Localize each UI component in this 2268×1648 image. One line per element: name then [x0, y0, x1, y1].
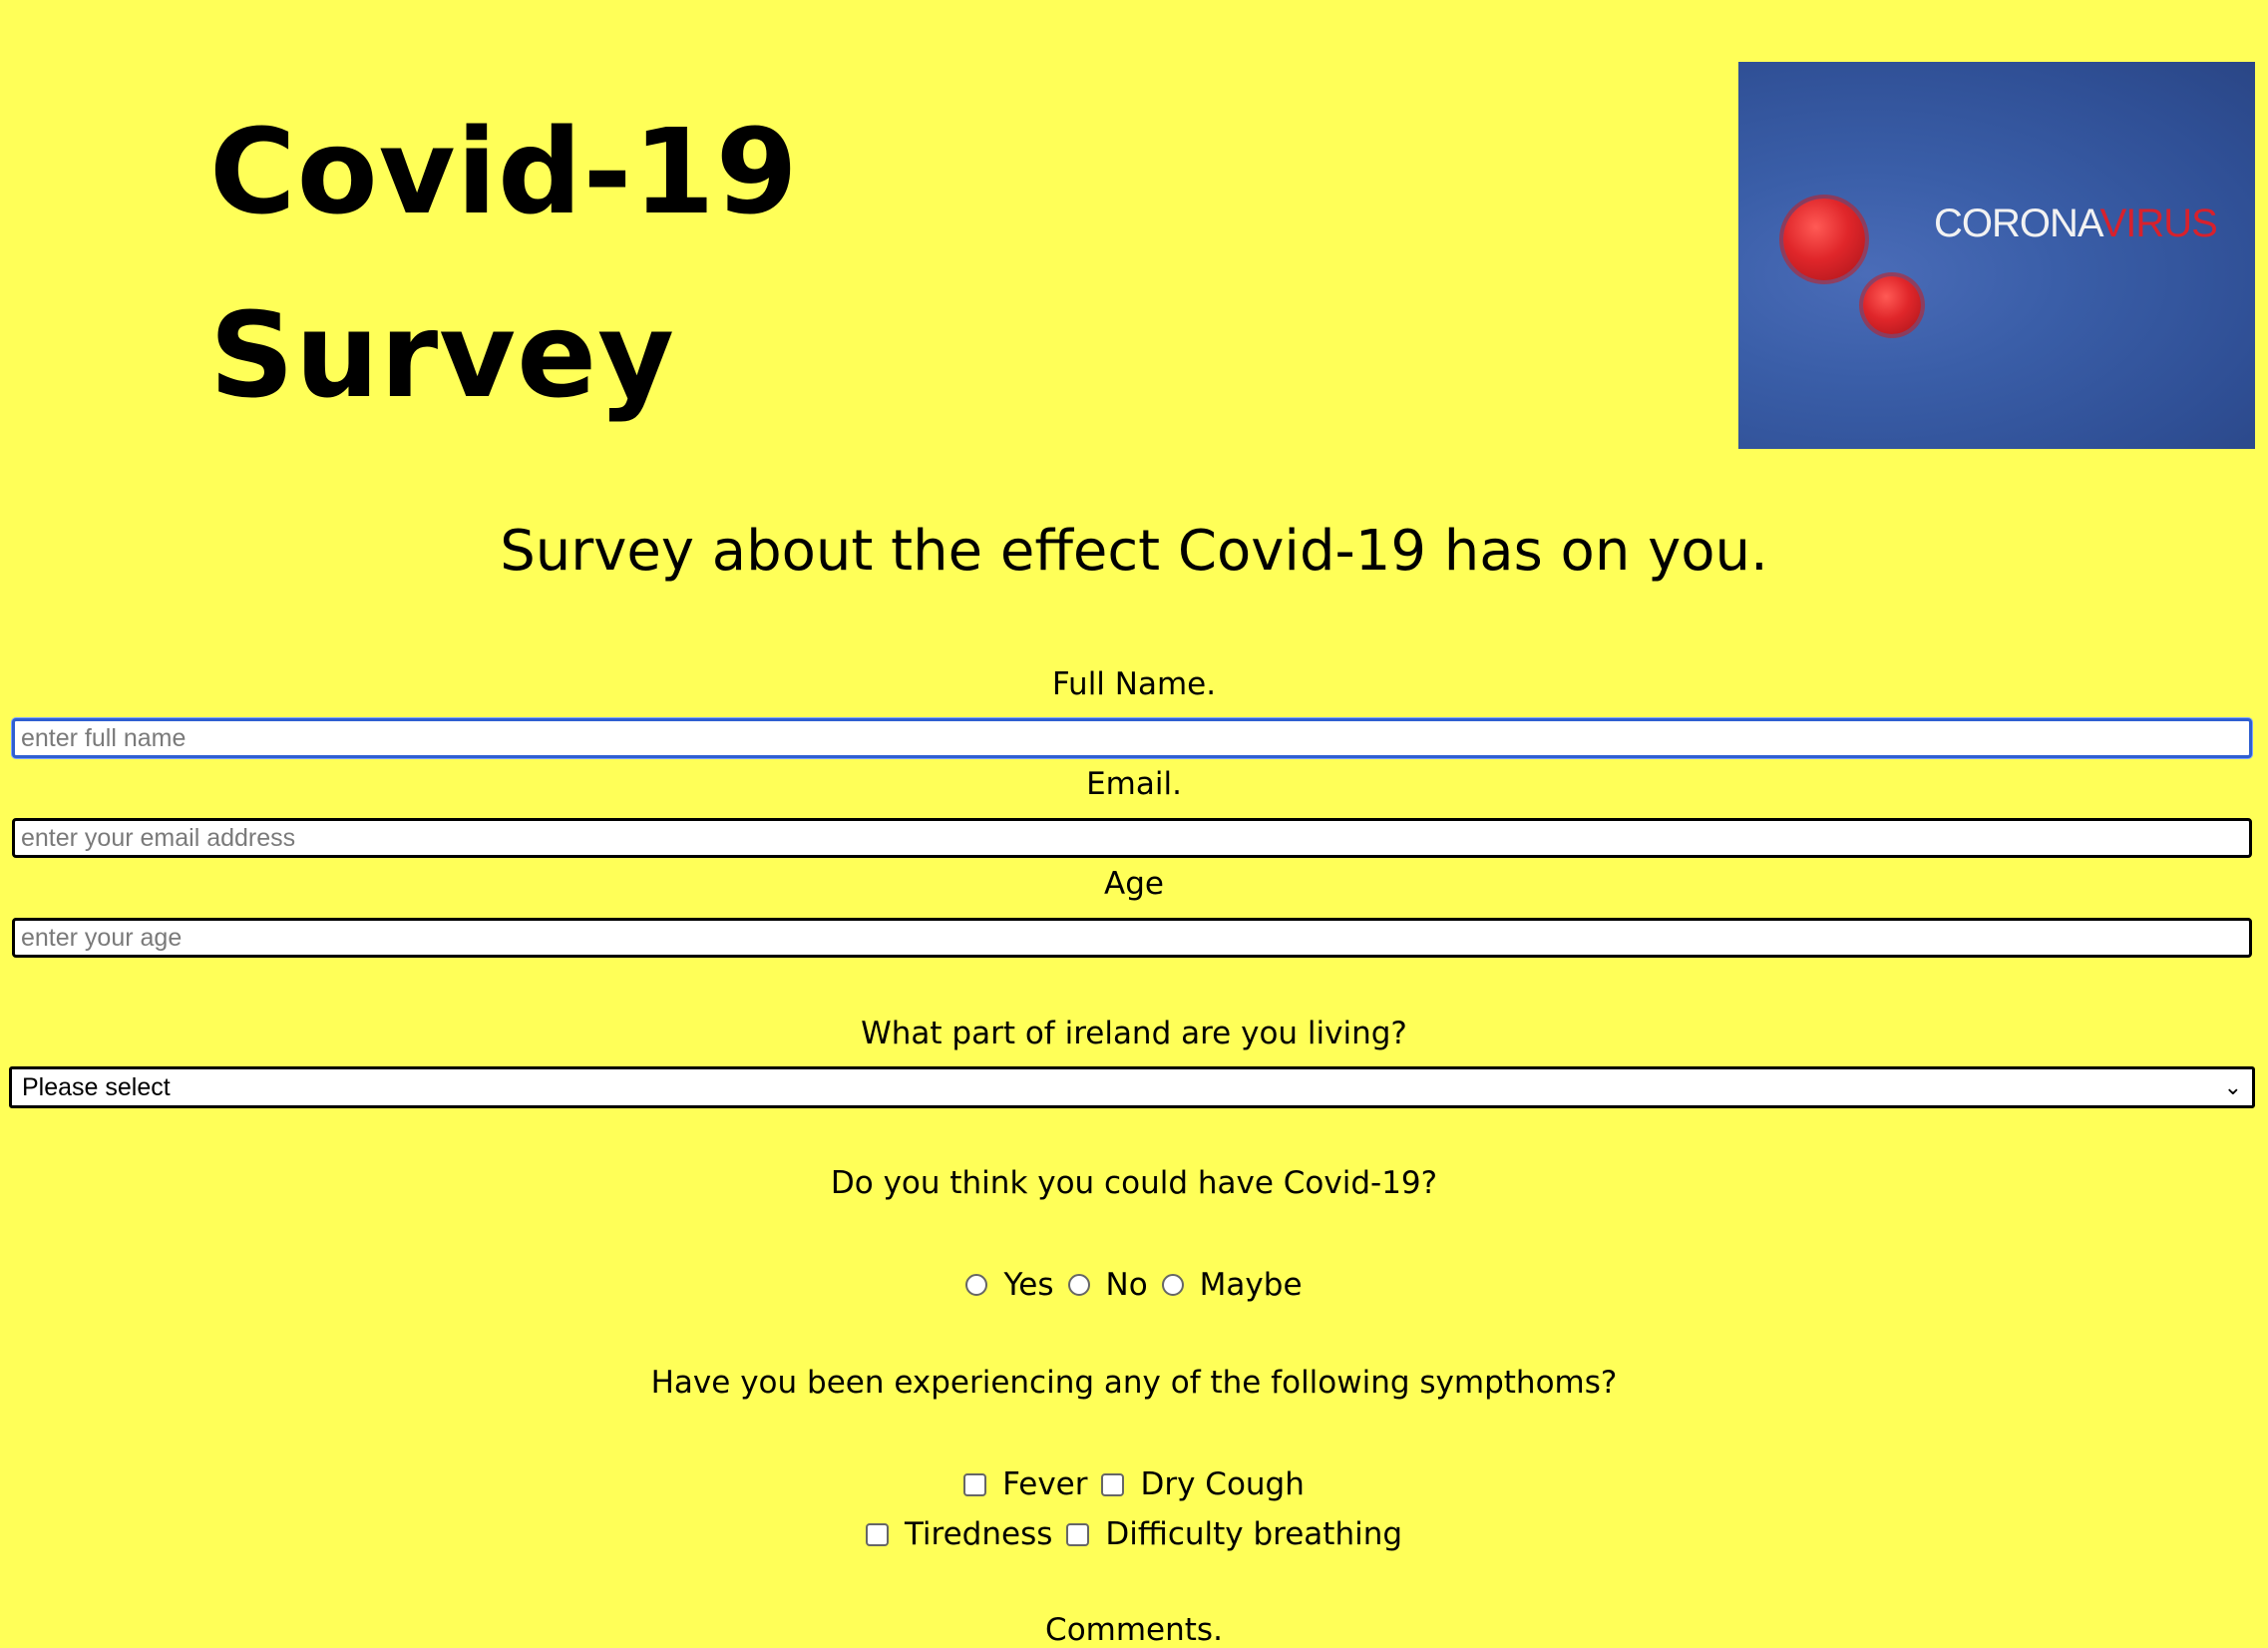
- full-name-label: Full Name.: [1051, 666, 1217, 702]
- symptoms-question: Have you been experiencing any of the fo…: [650, 1365, 1618, 1401]
- chevron-down-icon: ⌄: [2223, 1074, 2242, 1099]
- email-label: Email.: [1086, 766, 1182, 802]
- radio-label: Yes: [1003, 1267, 1054, 1303]
- checkbox[interactable]: [963, 1472, 987, 1496]
- full-name-input[interactable]: [12, 718, 2252, 758]
- checkbox-option-difficulty-breathing[interactable]: Difficulty breathing: [1066, 1516, 1402, 1552]
- checkbox-label: Tiredness: [904, 1516, 1053, 1552]
- virus-icon: [1783, 199, 1865, 280]
- checkbox-option-tiredness[interactable]: Tiredness: [865, 1516, 1053, 1552]
- email-input[interactable]: [12, 818, 2252, 858]
- comments-label: Comments.: [1045, 1612, 1223, 1648]
- radio-option-maybe[interactable]: Maybe: [1161, 1267, 1303, 1303]
- region-select[interactable]: Please select ⌄: [9, 1066, 2255, 1108]
- radio-option-no[interactable]: No: [1067, 1267, 1148, 1303]
- symptoms-row-2: Tiredness Difficulty breathing: [0, 1512, 2268, 1556]
- banner-text: CORONAVIRUS: [1934, 202, 2218, 246]
- covid-radio-group: Yes No Maybe: [0, 1263, 2268, 1307]
- checkbox-label: Fever: [1002, 1466, 1088, 1502]
- banner-text-corona: CORONA: [1934, 202, 2101, 245]
- region-label: What part of ireland are you living?: [861, 1016, 1407, 1051]
- title-line-1: Covid-19: [209, 103, 799, 240]
- region-select-value: Please select: [22, 1072, 171, 1101]
- survey-description: Survey about the effect Covid-19 has on …: [500, 519, 1768, 584]
- checkbox[interactable]: [865, 1522, 889, 1546]
- title-line-2: Survey: [209, 286, 676, 424]
- page-title: Covid-19 Survey: [209, 80, 799, 447]
- covid-question: Do you think you could have Covid-19?: [830, 1165, 1438, 1201]
- checkbox-option-dry-cough[interactable]: Dry Cough: [1101, 1466, 1305, 1502]
- radio-button[interactable]: [1067, 1274, 1090, 1296]
- checkbox[interactable]: [1066, 1522, 1090, 1546]
- symptoms-row-1: Fever Dry Cough: [0, 1462, 2268, 1506]
- virus-icon: [1863, 276, 1921, 334]
- age-label: Age: [1104, 866, 1164, 902]
- radio-option-yes[interactable]: Yes: [965, 1267, 1054, 1303]
- radio-label: No: [1105, 1267, 1148, 1303]
- checkbox-label: Difficulty breathing: [1105, 1516, 1403, 1552]
- checkbox-label: Dry Cough: [1140, 1466, 1305, 1502]
- banner-text-virus: VIRUS: [2099, 202, 2218, 245]
- radio-button[interactable]: [1161, 1274, 1184, 1296]
- coronavirus-banner-image: CORONAVIRUS: [1738, 62, 2255, 449]
- age-input[interactable]: [12, 918, 2252, 958]
- radio-button[interactable]: [965, 1274, 988, 1296]
- radio-label: Maybe: [1199, 1267, 1303, 1303]
- checkbox[interactable]: [1101, 1472, 1125, 1496]
- checkbox-option-fever[interactable]: Fever: [963, 1466, 1087, 1502]
